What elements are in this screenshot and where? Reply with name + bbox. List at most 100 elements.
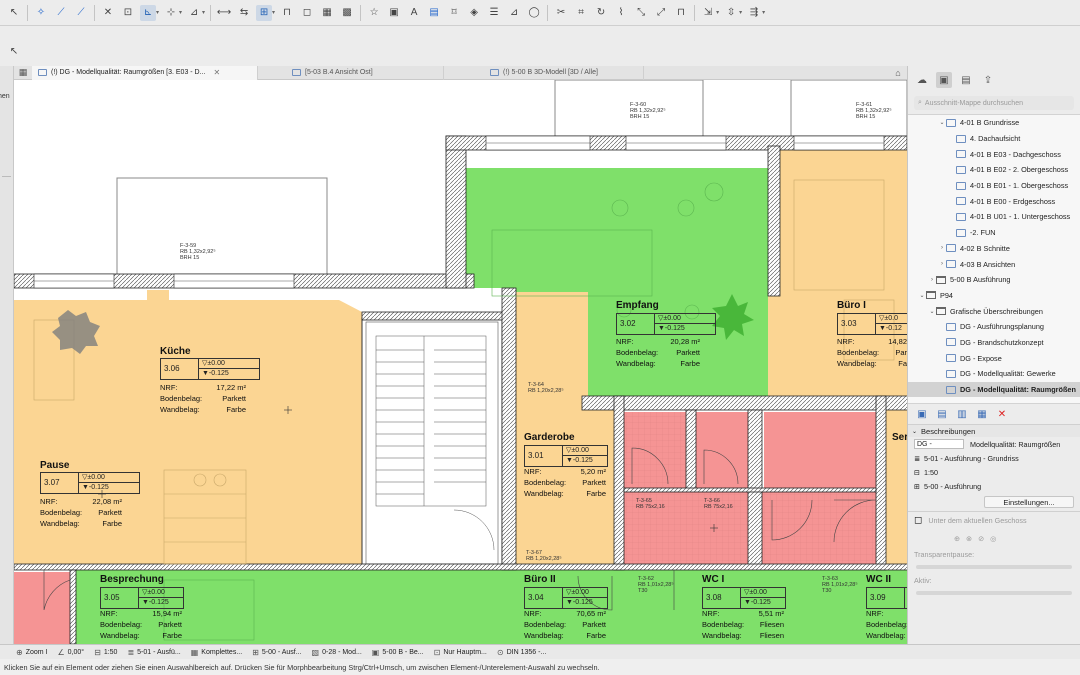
zone-stamp-wc-ii[interactable]: 3.09 [866, 587, 907, 609]
resize-icon[interactable]: ⤡ [633, 5, 649, 21]
view-id-field[interactable]: DG - [914, 439, 964, 449]
status-item[interactable]: ⊞ 5-00 - Ausf... [252, 648, 301, 657]
navigator-item[interactable]: 4-01 B E02 - 2. Obergeschoss [908, 162, 1080, 178]
status-item[interactable]: ⊕ Zoom I [16, 648, 48, 657]
navigator-item[interactable]: 4-01 B U01 - 1. Untergeschoss [908, 209, 1080, 225]
floor-plan-canvas[interactable]: F-3-59 RB 1,32x2,92⁵ BRH 15 F-3-60 RB 1,32x… [14, 80, 907, 644]
descriptions-section[interactable]: ⌄ Beschreibungen [908, 424, 1080, 437]
tab-raumgroessen[interactable]: (!) DG - Modellqualität: Raumgrößen [3. … [32, 65, 258, 80]
clone-folder-icon[interactable]: ▤ [934, 406, 950, 422]
view-map-icon[interactable]: ▣ [936, 72, 952, 88]
view-name-value[interactable]: Modellqualität: Raumgrößen [970, 440, 1060, 449]
trace-reset-icon[interactable]: ◎ [990, 534, 996, 543]
distribute-icon[interactable]: ⇳ [723, 5, 739, 21]
layer-combination-row[interactable]: ≣ 5-01 - Ausführung - Grundriss [908, 451, 1080, 465]
dropdown-arrow-icon[interactable]: ▾ [272, 9, 275, 16]
publisher-icon[interactable]: ⇪ [980, 72, 996, 88]
navigator-item[interactable]: ⌄ Grafische Überschreibungen [908, 303, 1080, 319]
navigator-item[interactable]: 4. Dachaufsicht [908, 131, 1080, 147]
status-item[interactable]: ▧ 0-28 - Mod... [312, 648, 362, 657]
status-item[interactable]: ⊟ 1:50 [94, 648, 117, 657]
disclosure-arrow-icon[interactable]: › [938, 261, 946, 267]
dropdown-arrow-icon[interactable]: ▾ [156, 9, 159, 16]
zone-stamp-kueche[interactable]: 3.06 ▽±0.00 ▼-0.125 [160, 358, 260, 380]
trace-mirror-icon[interactable]: ⊘ [978, 534, 984, 543]
text-icon[interactable]: A [406, 5, 422, 21]
new-folder-icon[interactable]: ▥ [954, 406, 970, 422]
arrow-selection-icon[interactable]: ↖ [6, 43, 22, 59]
marker-icon[interactable]: ◈ [466, 5, 482, 21]
trace-icon[interactable]: ◻ [914, 515, 922, 526]
zone-stamp-buero-i[interactable]: 3.03 ▽±0.0 ▼-0.12 [837, 313, 907, 335]
eyedropper-icon[interactable]: ⟋ [53, 5, 69, 21]
snap-guide-icon[interactable]: ⊿ [186, 5, 202, 21]
dropdown-arrow-icon[interactable]: ▾ [716, 9, 719, 16]
disclosure-arrow-icon[interactable]: ⌄ [928, 308, 936, 315]
navigator-item[interactable]: › 4-02 B Schnitte [908, 241, 1080, 257]
navigator-item[interactable]: ⌄ P94 [908, 288, 1080, 304]
disclosure-arrow-icon[interactable]: ⌄ [918, 292, 926, 299]
stair-icon[interactable]: ☰ [486, 5, 502, 21]
disclosure-arrow-icon[interactable]: ⌄ [938, 119, 946, 126]
circle-icon[interactable]: ◯ [526, 5, 542, 21]
angle-snap-icon[interactable]: ⊾ [140, 4, 156, 21]
navigator-item[interactable]: › 4-03 B Ansichten [908, 256, 1080, 272]
navigator-item[interactable]: ⌄ 4-01 B Grundrisse [908, 115, 1080, 131]
status-item[interactable]: ⊙ DIN 1356 -... [497, 648, 546, 657]
status-item[interactable]: ≣ 5-01 - Ausfü... [127, 648, 180, 657]
dropdown-arrow-icon[interactable]: ▾ [179, 9, 182, 16]
tag-icon[interactable]: ⌑ [446, 5, 462, 21]
measure-icon[interactable]: ⟷ [216, 5, 232, 21]
disclosure-arrow-icon[interactable]: › [928, 277, 936, 283]
rotate-icon[interactable]: ↻ [593, 5, 609, 21]
navigator-item[interactable]: DG - Modellqualität: Raumgrößen [908, 381, 1080, 398]
status-item[interactable]: ▦ Komplettes... [191, 648, 242, 657]
navigator-item[interactable]: DG - Brandschutzkonzept [908, 335, 1080, 351]
navigator-item[interactable]: -2. FUN [908, 225, 1080, 241]
align-icon[interactable]: ⇶ [746, 5, 762, 21]
layout-book-icon[interactable]: ▤ [958, 72, 974, 88]
syringe-icon[interactable]: ⟋ [73, 5, 89, 21]
navigator-item[interactable]: DG - Expose [908, 350, 1080, 366]
dropdown-arrow-icon[interactable]: ▾ [202, 9, 205, 16]
transparency-slider[interactable] [916, 565, 1072, 569]
status-item[interactable]: ⊡ Nur Hauptm... [434, 648, 487, 657]
split-icon[interactable]: ✂ [553, 5, 569, 21]
trim-icon[interactable]: ✕ [100, 5, 116, 21]
dropdown-arrow-icon[interactable]: ▾ [762, 9, 765, 16]
navigator-item[interactable]: 4-01 B E01 - 1. Obergeschoss [908, 178, 1080, 194]
tab-3d-modell[interactable]: (!) 5-00 B 3D-Modell [3D / Alle] [444, 65, 644, 80]
zone-stamp-buero-ii[interactable]: 3.04 ▽±0.00 ▼-0.125 [524, 587, 608, 609]
arrange-icon[interactable]: ⇲ [700, 5, 716, 21]
zone-stamp-wc-i[interactable]: 3.08 ▽±0.00 ▼-0.125 [702, 587, 786, 609]
navigator-item[interactable]: DG - Ausführungsplanung [908, 319, 1080, 335]
close-tab-icon[interactable]: ✕ [213, 68, 220, 77]
tab-ansicht-ost[interactable]: [5-03 B.4 Ansicht Ost] [258, 65, 444, 80]
navigator-item[interactable]: 4-01 B E00 - Erdgeschoss [908, 193, 1080, 209]
trace-move-icon[interactable]: ⊕ [954, 534, 960, 543]
image-icon[interactable]: ▣ [386, 5, 402, 21]
cloud-icon[interactable]: ☁ [914, 72, 930, 88]
navigator-item[interactable]: 4-01 B E03 - Dachgeschoss [908, 146, 1080, 162]
delete-icon[interactable]: ✕ [994, 406, 1010, 422]
star-icon[interactable]: ☆ [366, 5, 382, 21]
pointer-icon[interactable]: ↖ [6, 5, 22, 21]
group-icon[interactable]: ⊞ [256, 4, 273, 21]
navigator-search-input[interactable]: ⌕ Ausschnitt-Mappe durchsuchen [914, 96, 1074, 110]
dropdown-arrow-icon[interactable]: ▾ [739, 9, 742, 16]
status-item[interactable]: ∠ 0,00° [58, 648, 85, 657]
guide-line-icon[interactable]: ⊹ [163, 5, 179, 21]
settings-button[interactable]: Einstellungen... [984, 496, 1074, 508]
offset-icon[interactable]: ⌗ [573, 5, 589, 21]
layer-icon[interactable]: ▦ [319, 5, 335, 21]
stretch-icon[interactable]: ⤢ [653, 5, 669, 21]
view-options-icon[interactable]: ⌂ [892, 67, 904, 79]
trace-rotate-icon[interactable]: ⊗ [966, 534, 972, 543]
triangle-icon[interactable]: ⊿ [506, 5, 522, 21]
zone-stamp-besprechung[interactable]: 3.05 ▽±0.00 ▼-0.125 [100, 587, 184, 609]
disclosure-arrow-icon[interactable]: › [938, 245, 946, 251]
status-item[interactable]: ▣ 5-00 B - Be... [372, 648, 424, 657]
adjust-icon[interactable]: ⌇ [613, 5, 629, 21]
fill-icon[interactable]: ▩ [339, 5, 355, 21]
save-view-icon[interactable]: ▣ [914, 406, 930, 422]
